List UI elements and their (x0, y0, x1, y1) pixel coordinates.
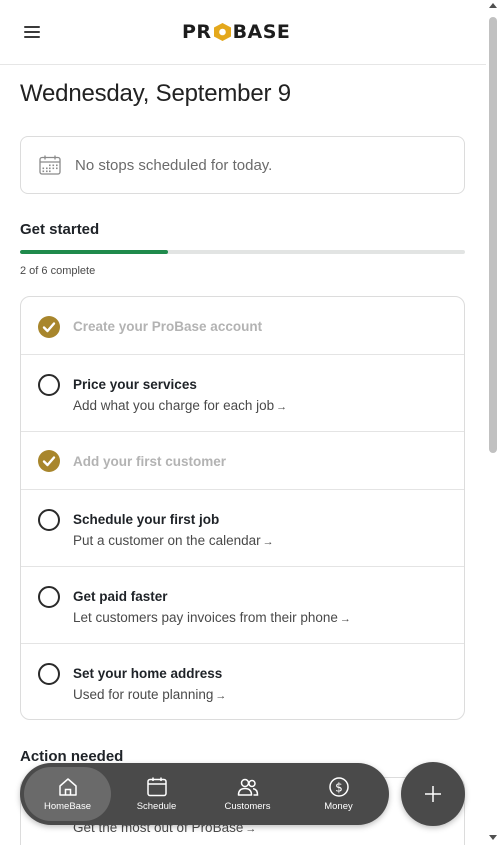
task-title: Get paid faster (73, 589, 168, 604)
probase-logo[interactable]: PR BASE (182, 21, 290, 43)
people-icon (237, 778, 258, 796)
task-subtitle: Put a customer on the calendar → (73, 533, 274, 548)
task-subtitle: Let customers pay invoices from their ph… (73, 610, 351, 625)
home-icon (58, 778, 77, 796)
logo-text-left: PR (182, 21, 212, 43)
check-done-icon (38, 450, 60, 472)
arrow-right-icon: → (215, 690, 227, 702)
onboarding-progress-bar (20, 250, 465, 254)
task-title: Price your services (73, 377, 197, 392)
scroll-down-arrow-icon[interactable] (489, 835, 497, 840)
page-title: Wednesday, September 9 (20, 80, 291, 107)
task-title: Add your first customer (73, 454, 227, 469)
nav-customers[interactable]: Customers (202, 767, 293, 821)
plus-icon (425, 786, 441, 802)
check-done-icon (38, 316, 60, 338)
task-get-paid[interactable]: Get paid faster Let customers pay invoic… (21, 567, 464, 644)
task-title: Set your home address (73, 666, 223, 681)
nav-label: HomeBase (44, 801, 91, 812)
no-stops-message: No stops scheduled for today. (75, 156, 273, 174)
scroll-thumb[interactable] (489, 17, 497, 453)
nav-money[interactable]: $ Money (293, 767, 384, 821)
task-title: Schedule your first job (73, 512, 220, 527)
progress-fill (20, 250, 169, 254)
task-add-customer[interactable]: Add your first customer (21, 432, 464, 490)
calendar-icon (146, 777, 167, 797)
task-create-account[interactable]: Create your ProBase account (21, 297, 464, 355)
arrow-right-icon: → (276, 401, 288, 413)
nav-schedule[interactable]: Schedule (111, 767, 202, 821)
progress-text: 2 of 6 complete (20, 265, 96, 277)
get-started-heading: Get started (20, 221, 100, 238)
nav-label: Customers (224, 801, 271, 812)
arrow-right-icon: → (339, 613, 351, 625)
dollar-icon: $ (328, 777, 349, 797)
scroll-up-arrow-icon[interactable] (489, 3, 497, 8)
task-subtitle: Used for route planning → (73, 687, 227, 702)
app-header: PR BASE (0, 0, 486, 65)
check-empty-icon (38, 663, 60, 685)
task-subtitle: Add what you charge for each job → (73, 398, 288, 413)
hamburger-menu-icon[interactable] (22, 24, 42, 40)
add-fab-button[interactable] (401, 762, 465, 826)
task-price-services[interactable]: Price your services Add what you charge … (21, 355, 464, 432)
nav-label: Schedule (136, 801, 177, 812)
logo-text-right: BASE (232, 21, 291, 43)
task-title: Create your ProBase account (73, 319, 263, 334)
nav-homebase[interactable]: HomeBase (24, 767, 111, 821)
check-empty-icon (38, 586, 60, 608)
task-schedule-job[interactable]: Schedule your first job Put a customer o… (21, 490, 464, 567)
svg-text:$: $ (335, 781, 343, 795)
check-empty-icon (38, 374, 60, 396)
hexagon-logo-icon (213, 22, 232, 42)
task-home-address[interactable]: Set your home address Used for route pla… (21, 644, 464, 719)
bottom-navigation: HomeBase Schedule Customers $ Money (20, 763, 389, 825)
stops-card: No stops scheduled for today. (20, 136, 465, 194)
page-scrollbar[interactable] (486, 0, 500, 845)
onboarding-task-list: Create your ProBase account Price your s… (20, 296, 465, 720)
nav-label: Money (324, 801, 353, 812)
arrow-right-icon: → (262, 536, 274, 548)
check-empty-icon (38, 509, 60, 531)
calendar-icon (39, 155, 61, 175)
